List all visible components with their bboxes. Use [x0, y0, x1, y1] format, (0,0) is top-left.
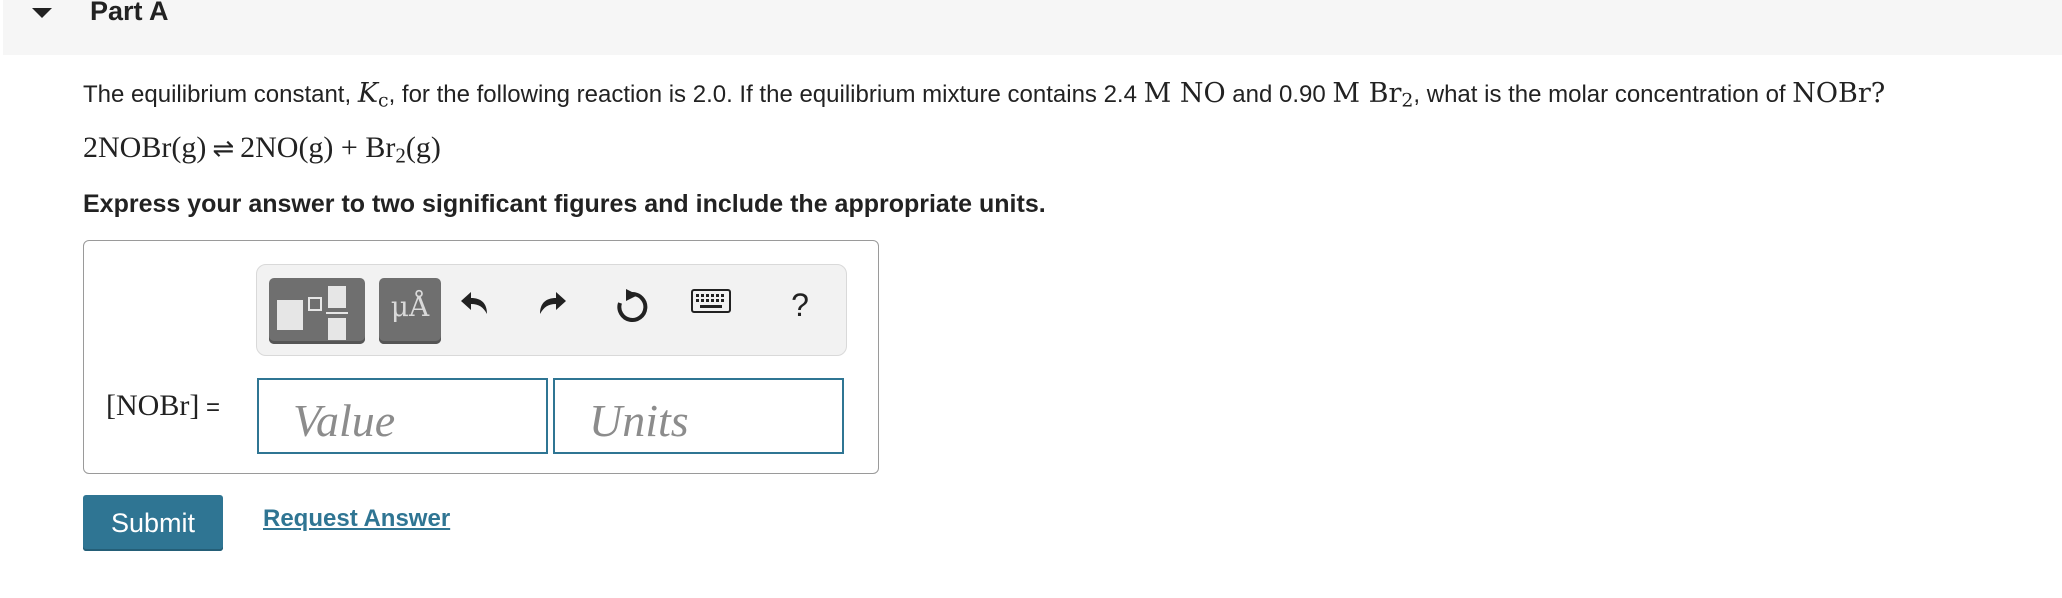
- submit-button[interactable]: Submit: [83, 495, 223, 551]
- reaction-right: 2NO(g) + Br: [240, 131, 396, 164]
- target-species: NOBr: [1792, 78, 1871, 109]
- units-button[interactable]: μÅ: [379, 278, 441, 344]
- undo-icon[interactable]: [454, 289, 494, 329]
- templates-button[interactable]: [269, 278, 365, 344]
- question-text: The equilibrium constant, Kc, for the fo…: [83, 74, 1885, 121]
- request-answer-link[interactable]: Request Answer: [263, 505, 450, 533]
- reaction-right-state: (g): [405, 131, 441, 164]
- keyboard-icon[interactable]: [691, 289, 731, 329]
- instruction-text: Express your answer to two significant f…: [83, 190, 1046, 218]
- no-concentration: M NO: [1143, 78, 1226, 109]
- br2-concentration: M Br2: [1332, 78, 1414, 112]
- units-input[interactable]: [553, 378, 844, 454]
- reset-icon[interactable]: [612, 289, 652, 329]
- reaction-subscript: 2: [395, 143, 406, 168]
- math-toolbar: μÅ ?: [256, 264, 847, 356]
- question-text-part: and 0.90: [1225, 81, 1333, 108]
- answer-label-text: [NOBr]: [106, 389, 200, 422]
- collapse-caret-icon[interactable]: [32, 8, 52, 18]
- question-text-part: The equilibrium constant,: [83, 81, 358, 108]
- part-header[interactable]: Part A: [3, 0, 2062, 55]
- templates-icon: [277, 286, 348, 340]
- reaction-left: 2NOBr(g): [83, 131, 207, 164]
- equilibrium-arrow-icon: ⇌: [212, 134, 235, 164]
- answer-box: μÅ ? [NOBr] = Value Units: [83, 240, 879, 474]
- redo-icon[interactable]: [533, 289, 573, 329]
- help-button[interactable]: ?: [780, 285, 820, 325]
- part-title: Part A: [90, 0, 169, 26]
- equals-sign: =: [199, 394, 220, 421]
- question-text-part: , for the following reaction is 2.0. If …: [388, 81, 1144, 108]
- value-input[interactable]: [257, 378, 548, 454]
- k-symbol: Kc: [357, 78, 389, 112]
- question-mark: ?: [1870, 78, 1886, 109]
- reaction-equation: 2NOBr(g) ⇌ 2NO(g) + Br2(g): [83, 128, 441, 175]
- question-text-part: , what is the molar concentration of: [1413, 81, 1793, 108]
- answer-label: [NOBr] =: [106, 389, 220, 423]
- units-label: μÅ: [390, 290, 430, 323]
